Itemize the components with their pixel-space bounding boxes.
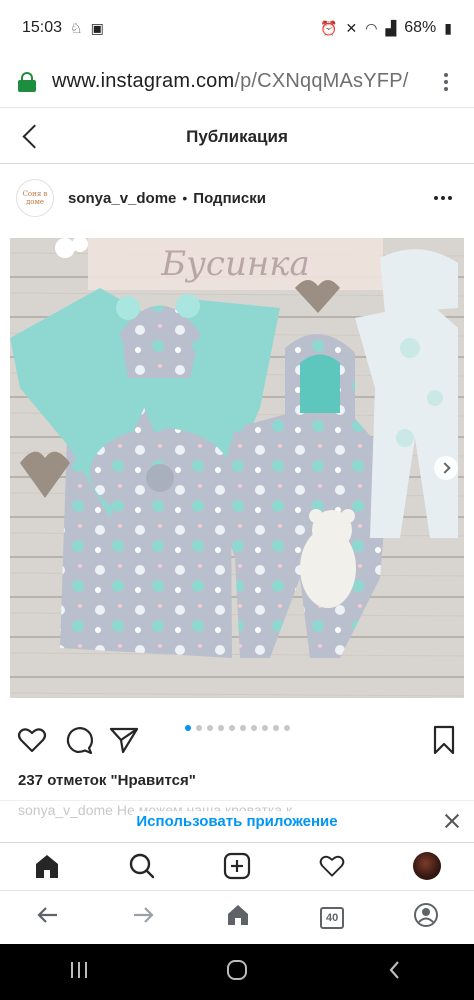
signal-icon: ▟ [385,19,397,36]
carousel-dot [250,725,257,731]
heart-icon [319,855,345,877]
recents-icon [71,961,87,978]
open-app-link[interactable]: Использовать приложение [132,811,342,832]
home-icon [227,905,248,925]
nav-activity[interactable] [316,850,348,882]
url-bar[interactable]: www.instagram.com/p/CXNqqMAsYFP/ [0,56,474,108]
nav-search[interactable] [126,850,158,882]
avatar [412,851,441,880]
back-button[interactable] [20,124,46,150]
lock-icon[interactable] [18,71,36,92]
post-header: Соня в доме sonya_v_dome • Подписки [0,168,474,228]
carousel-dot [195,725,202,731]
separator: • [182,190,188,206]
ig-bottom-nav [0,842,474,888]
carousel-dot [261,725,268,731]
mute-icon: ✕ [345,19,358,36]
browser-back-button[interactable] [35,902,61,933]
carousel-dot [283,725,290,731]
wifi-icon: ◠ [365,19,378,36]
following-button[interactable]: Подписки [193,190,266,207]
tabs-button[interactable]: 40 [320,906,345,929]
nav-new-post[interactable] [221,850,253,882]
likes-count[interactable]: 237 отметок "Нравится" [18,772,196,789]
nav-profile[interactable] [411,850,443,882]
avatar[interactable]: Соня в доме [16,179,54,217]
carousel-indicator [0,725,474,731]
nav-home[interactable] [31,850,63,882]
android-home-button[interactable] [225,958,249,987]
chevron-left-icon [389,960,399,979]
url-path: /p/CXNqqMAsYFP/ [234,70,409,92]
gallery-icon: ▣ [90,19,104,36]
browser-home-button[interactable] [225,902,251,933]
close-icon[interactable] [444,813,460,829]
carousel-dot [228,725,235,731]
battery-icon: ▮ [444,19,452,36]
browser-account-button[interactable] [413,902,439,933]
home-icon [36,854,59,878]
arrow-right-icon [133,907,154,923]
arrow-left-icon [37,907,57,923]
photo-illustration [10,238,464,698]
account-icon [414,903,439,927]
home-circle-icon [227,959,247,980]
android-back-button[interactable] [383,958,407,987]
status-bar: 15:03 ♘ ▣ ⏰ ✕ ◠ ▟ 68% ▮ [0,0,474,56]
url-text[interactable]: www.instagram.com/p/CXNqqMAsYFP/ [52,70,436,93]
carousel-dot [184,725,191,731]
next-photo-button[interactable] [434,456,458,480]
android-nav-bar [0,944,474,1000]
url-host: www.instagram.com [52,70,235,92]
carousel-dot [217,725,224,731]
browser-menu-icon[interactable] [436,72,456,91]
page-title: Публикация [186,126,288,146]
open-app-banner: Использовать приложение [0,800,474,842]
battery-percent: 68% [404,19,437,36]
browser-forward-button[interactable] [130,902,156,933]
notification-icon: ♘ [70,19,83,36]
browser-toolbar: 40 [0,890,474,944]
ig-header: Публикация [0,110,474,164]
avatar-logo: Соня в доме [22,190,48,206]
post-photo[interactable]: Бусинка [10,238,464,698]
clock: 15:03 [22,19,63,36]
plus-square-icon [223,852,251,879]
photo-overlay-text: Бусинка [161,244,310,284]
alarm-icon: ⏰ [320,19,338,36]
carousel-dot [239,725,246,731]
more-options-icon[interactable] [428,190,458,206]
carousel-dot [206,725,213,731]
search-icon [129,853,155,878]
username-link[interactable]: sonya_v_dome [68,190,176,207]
recent-apps-button[interactable] [67,959,91,986]
carousel-dot [272,725,279,731]
